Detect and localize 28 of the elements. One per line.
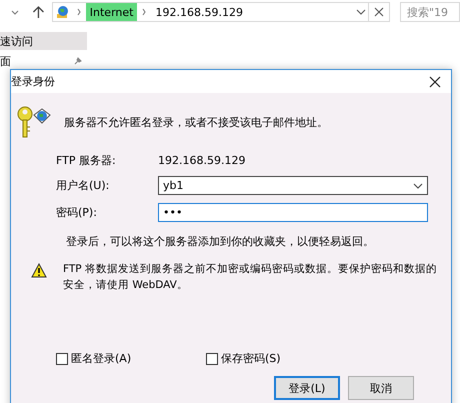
breadcrumb-separator-icon [76, 8, 81, 16]
pin-icon [73, 56, 83, 66]
hint-text: 登录后，可以将这个服务器添加到你的收藏夹，以便轻易返回。 [65, 234, 375, 249]
username-combo-box[interactable]: yb1 [158, 176, 428, 195]
warning-text: FTP 将数据发送到服务器之前不加密或编码密码或数据。要保护密码和数据的安全，请使用 WebDAV。 [63, 262, 438, 293]
field-label: 用户名(U): [56, 178, 110, 193]
sidebar-item[interactable]: 面 [0, 52, 87, 70]
close-icon[interactable] [429, 76, 441, 88]
checkbox[interactable]: 保存密码(S) [206, 351, 356, 366]
dialog-button[interactable]: 取消 [348, 376, 414, 400]
search-field[interactable]: 搜索"19 [400, 2, 460, 22]
sidebar-item[interactable]: 速访问 [0, 32, 87, 50]
password-field[interactable]: ••• [158, 203, 428, 222]
breadcrumb-separator-icon [142, 8, 146, 16]
breadcrumb[interactable]: Internet [86, 3, 138, 21]
dialog-title: 登录身份 [11, 74, 55, 89]
field-label: 密码(P): [56, 205, 98, 220]
checkbox[interactable]: 匿名登录(A) [56, 351, 206, 366]
warning-icon [31, 263, 47, 278]
dropdown-chevron-icon[interactable] [413, 182, 423, 188]
close-icon[interactable] [374, 7, 384, 17]
field-label: FTP 服务器: [56, 153, 117, 168]
server-address: 192.168.59.129 [158, 154, 246, 167]
dialog-button[interactable]: 登录(L) [274, 376, 340, 400]
address-bar[interactable]: Internet 192.168.59.129 [52, 2, 390, 22]
error-message: 服务器不允许匿名登录，或者不接受该电子邮件地址。 [64, 114, 328, 130]
breadcrumb[interactable]: 192.168.59.129 [151, 3, 247, 21]
network-globe-icon [56, 5, 70, 19]
